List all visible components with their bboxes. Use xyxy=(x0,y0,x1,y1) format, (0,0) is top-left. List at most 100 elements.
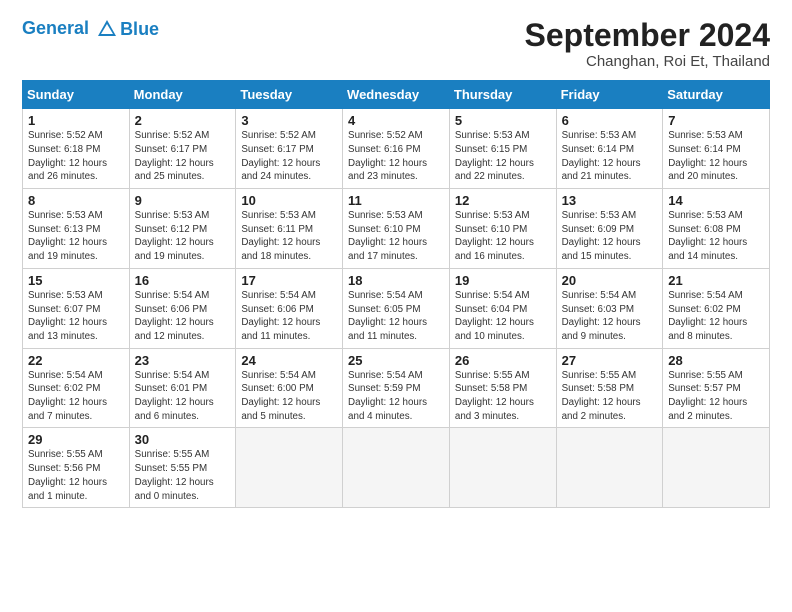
calendar-cell: 27Sunrise: 5:55 AM Sunset: 5:58 PM Dayli… xyxy=(556,348,663,428)
calendar-cell: 23Sunrise: 5:54 AM Sunset: 6:01 PM Dayli… xyxy=(129,348,236,428)
calendar-cell: 15Sunrise: 5:53 AM Sunset: 6:07 PM Dayli… xyxy=(23,268,130,348)
day-info: Sunrise: 5:53 AM Sunset: 6:10 PM Dayligh… xyxy=(455,209,551,264)
day-number: 11 xyxy=(348,193,444,208)
calendar-cell: 14Sunrise: 5:53 AM Sunset: 6:08 PM Dayli… xyxy=(663,189,770,269)
calendar-cell: 6Sunrise: 5:53 AM Sunset: 6:14 PM Daylig… xyxy=(556,109,663,189)
logo: General Blue xyxy=(22,18,159,40)
weekday-header-monday: Monday xyxy=(129,81,236,109)
day-number: 14 xyxy=(668,193,764,208)
day-info: Sunrise: 5:53 AM Sunset: 6:07 PM Dayligh… xyxy=(28,289,124,344)
day-info: Sunrise: 5:55 AM Sunset: 5:58 PM Dayligh… xyxy=(455,369,551,424)
calendar-cell xyxy=(663,428,770,508)
calendar-cell: 1Sunrise: 5:52 AM Sunset: 6:18 PM Daylig… xyxy=(23,109,130,189)
day-info: Sunrise: 5:54 AM Sunset: 6:04 PM Dayligh… xyxy=(455,289,551,344)
day-number: 4 xyxy=(348,113,444,128)
calendar-cell xyxy=(449,428,556,508)
day-info: Sunrise: 5:53 AM Sunset: 6:10 PM Dayligh… xyxy=(348,209,444,264)
day-info: Sunrise: 5:53 AM Sunset: 6:12 PM Dayligh… xyxy=(135,209,231,264)
day-number: 19 xyxy=(455,273,551,288)
calendar-cell: 7Sunrise: 5:53 AM Sunset: 6:14 PM Daylig… xyxy=(663,109,770,189)
day-number: 24 xyxy=(241,353,337,368)
logo-general: General xyxy=(22,18,89,38)
calendar-cell: 24Sunrise: 5:54 AM Sunset: 6:00 PM Dayli… xyxy=(236,348,343,428)
calendar-cell: 16Sunrise: 5:54 AM Sunset: 6:06 PM Dayli… xyxy=(129,268,236,348)
day-info: Sunrise: 5:52 AM Sunset: 6:17 PM Dayligh… xyxy=(241,129,337,184)
day-number: 12 xyxy=(455,193,551,208)
day-info: Sunrise: 5:54 AM Sunset: 6:06 PM Dayligh… xyxy=(241,289,337,344)
calendar-cell: 25Sunrise: 5:54 AM Sunset: 5:59 PM Dayli… xyxy=(343,348,450,428)
day-number: 2 xyxy=(135,113,231,128)
weekday-header-sunday: Sunday xyxy=(23,81,130,109)
day-number: 28 xyxy=(668,353,764,368)
day-info: Sunrise: 5:54 AM Sunset: 6:00 PM Dayligh… xyxy=(241,369,337,424)
calendar-cell: 11Sunrise: 5:53 AM Sunset: 6:10 PM Dayli… xyxy=(343,189,450,269)
weekday-header-wednesday: Wednesday xyxy=(343,81,450,109)
weekday-header-thursday: Thursday xyxy=(449,81,556,109)
weekday-header-friday: Friday xyxy=(556,81,663,109)
calendar-cell: 8Sunrise: 5:53 AM Sunset: 6:13 PM Daylig… xyxy=(23,189,130,269)
month-title: September 2024 xyxy=(525,18,770,53)
day-number: 18 xyxy=(348,273,444,288)
calendar-cell: 22Sunrise: 5:54 AM Sunset: 6:02 PM Dayli… xyxy=(23,348,130,428)
day-number: 13 xyxy=(562,193,658,208)
day-number: 5 xyxy=(455,113,551,128)
calendar-cell xyxy=(236,428,343,508)
day-number: 25 xyxy=(348,353,444,368)
location-subtitle: Changhan, Roi Et, Thailand xyxy=(525,53,770,70)
weekday-header-saturday: Saturday xyxy=(663,81,770,109)
logo-icon xyxy=(96,18,118,40)
day-number: 17 xyxy=(241,273,337,288)
day-number: 16 xyxy=(135,273,231,288)
day-info: Sunrise: 5:53 AM Sunset: 6:09 PM Dayligh… xyxy=(562,209,658,264)
day-info: Sunrise: 5:53 AM Sunset: 6:15 PM Dayligh… xyxy=(455,129,551,184)
day-number: 1 xyxy=(28,113,124,128)
calendar-cell: 9Sunrise: 5:53 AM Sunset: 6:12 PM Daylig… xyxy=(129,189,236,269)
calendar-cell: 29Sunrise: 5:55 AM Sunset: 5:56 PM Dayli… xyxy=(23,428,130,508)
day-number: 26 xyxy=(455,353,551,368)
day-info: Sunrise: 5:52 AM Sunset: 6:17 PM Dayligh… xyxy=(135,129,231,184)
day-number: 20 xyxy=(562,273,658,288)
day-number: 22 xyxy=(28,353,124,368)
day-info: Sunrise: 5:55 AM Sunset: 5:56 PM Dayligh… xyxy=(28,448,124,503)
calendar-cell: 21Sunrise: 5:54 AM Sunset: 6:02 PM Dayli… xyxy=(663,268,770,348)
calendar-cell: 30Sunrise: 5:55 AM Sunset: 5:55 PM Dayli… xyxy=(129,428,236,508)
calendar-cell: 28Sunrise: 5:55 AM Sunset: 5:57 PM Dayli… xyxy=(663,348,770,428)
day-info: Sunrise: 5:54 AM Sunset: 6:02 PM Dayligh… xyxy=(668,289,764,344)
day-info: Sunrise: 5:54 AM Sunset: 6:05 PM Dayligh… xyxy=(348,289,444,344)
day-info: Sunrise: 5:52 AM Sunset: 6:16 PM Dayligh… xyxy=(348,129,444,184)
calendar-cell xyxy=(343,428,450,508)
calendar-cell xyxy=(556,428,663,508)
day-info: Sunrise: 5:54 AM Sunset: 6:06 PM Dayligh… xyxy=(135,289,231,344)
day-number: 23 xyxy=(135,353,231,368)
day-info: Sunrise: 5:55 AM Sunset: 5:57 PM Dayligh… xyxy=(668,369,764,424)
day-info: Sunrise: 5:53 AM Sunset: 6:08 PM Dayligh… xyxy=(668,209,764,264)
day-info: Sunrise: 5:54 AM Sunset: 5:59 PM Dayligh… xyxy=(348,369,444,424)
day-number: 29 xyxy=(28,432,124,447)
day-number: 27 xyxy=(562,353,658,368)
calendar-cell: 2Sunrise: 5:52 AM Sunset: 6:17 PM Daylig… xyxy=(129,109,236,189)
calendar-cell: 13Sunrise: 5:53 AM Sunset: 6:09 PM Dayli… xyxy=(556,189,663,269)
day-number: 10 xyxy=(241,193,337,208)
calendar-cell: 5Sunrise: 5:53 AM Sunset: 6:15 PM Daylig… xyxy=(449,109,556,189)
calendar-cell: 3Sunrise: 5:52 AM Sunset: 6:17 PM Daylig… xyxy=(236,109,343,189)
calendar-cell: 20Sunrise: 5:54 AM Sunset: 6:03 PM Dayli… xyxy=(556,268,663,348)
day-number: 9 xyxy=(135,193,231,208)
day-number: 30 xyxy=(135,432,231,447)
day-number: 7 xyxy=(668,113,764,128)
calendar-cell: 10Sunrise: 5:53 AM Sunset: 6:11 PM Dayli… xyxy=(236,189,343,269)
day-info: Sunrise: 5:53 AM Sunset: 6:14 PM Dayligh… xyxy=(562,129,658,184)
day-info: Sunrise: 5:53 AM Sunset: 6:13 PM Dayligh… xyxy=(28,209,124,264)
title-area: September 2024 Changhan, Roi Et, Thailan… xyxy=(525,18,770,70)
calendar-cell: 17Sunrise: 5:54 AM Sunset: 6:06 PM Dayli… xyxy=(236,268,343,348)
calendar-cell: 19Sunrise: 5:54 AM Sunset: 6:04 PM Dayli… xyxy=(449,268,556,348)
logo-blue: Blue xyxy=(120,19,159,40)
day-number: 21 xyxy=(668,273,764,288)
day-info: Sunrise: 5:53 AM Sunset: 6:11 PM Dayligh… xyxy=(241,209,337,264)
day-number: 6 xyxy=(562,113,658,128)
day-info: Sunrise: 5:54 AM Sunset: 6:01 PM Dayligh… xyxy=(135,369,231,424)
day-info: Sunrise: 5:54 AM Sunset: 6:02 PM Dayligh… xyxy=(28,369,124,424)
day-info: Sunrise: 5:55 AM Sunset: 5:58 PM Dayligh… xyxy=(562,369,658,424)
calendar-cell: 18Sunrise: 5:54 AM Sunset: 6:05 PM Dayli… xyxy=(343,268,450,348)
day-number: 15 xyxy=(28,273,124,288)
day-info: Sunrise: 5:54 AM Sunset: 6:03 PM Dayligh… xyxy=(562,289,658,344)
